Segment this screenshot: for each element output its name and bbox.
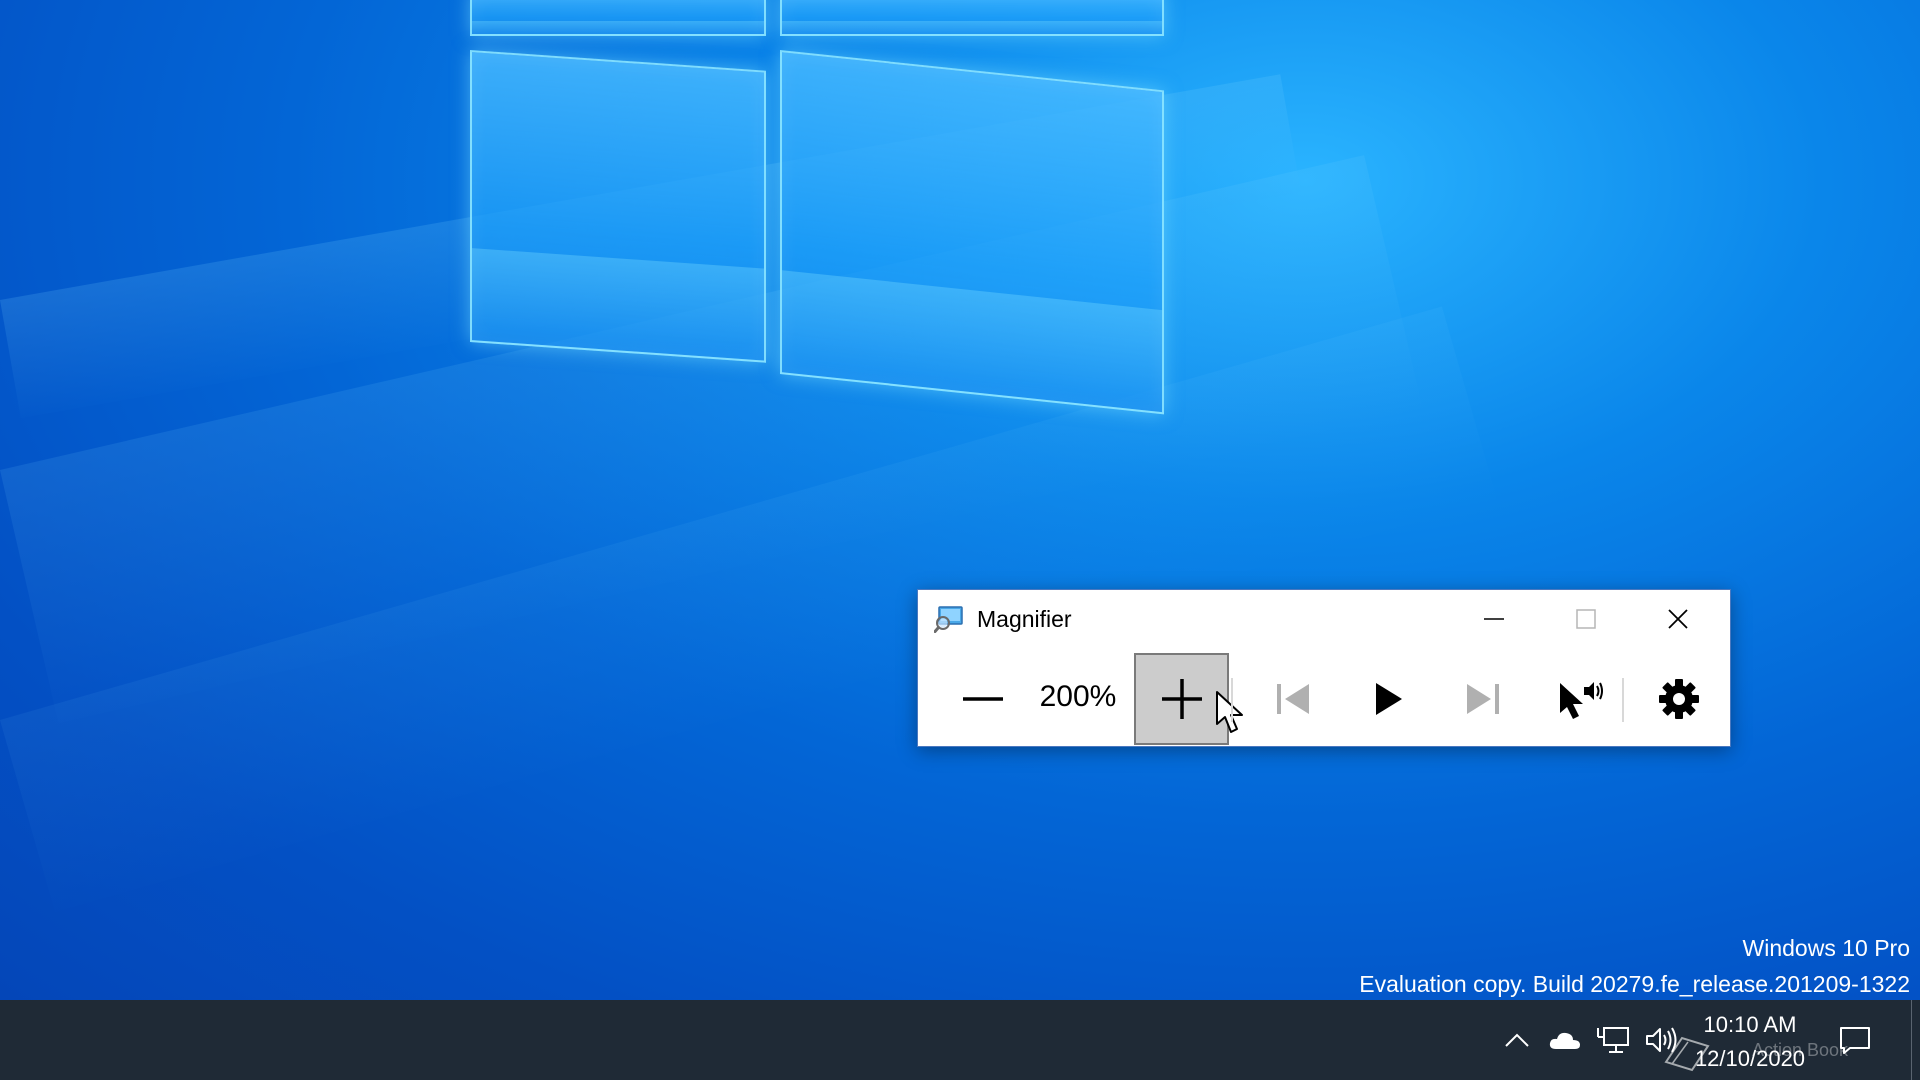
windows-version-watermark: Windows 10 Pro Evaluation copy. Build 20… bbox=[1359, 930, 1910, 1000]
cursor-speaker-icon bbox=[1560, 682, 1603, 719]
zoom-level-text: 200% bbox=[1039, 680, 1117, 713]
magnifier-app-icon bbox=[934, 606, 963, 633]
logo-pane-bottom-right bbox=[780, 50, 1164, 415]
skip-forward-icon bbox=[1467, 684, 1499, 714]
watermark-build: Evaluation copy. Build 20279.fe_release.… bbox=[1359, 971, 1910, 997]
logo-pane-top-right bbox=[780, 0, 1164, 36]
minimize-button[interactable] bbox=[1448, 590, 1540, 648]
logo-pane-top-left bbox=[470, 0, 766, 36]
maximize-icon bbox=[1576, 609, 1596, 629]
toolbar-separator bbox=[1622, 678, 1624, 722]
mouse-cursor bbox=[1216, 691, 1243, 733]
play-button[interactable] bbox=[1343, 653, 1433, 745]
onedrive-cloud-icon bbox=[1549, 1032, 1580, 1049]
chevron-up-icon bbox=[1505, 1033, 1529, 1047]
gear-icon bbox=[1659, 679, 1699, 719]
taskbar: 10:10 AM 12/10/2020 Action Book bbox=[0, 1000, 1920, 1080]
close-icon bbox=[1668, 609, 1688, 629]
overlay-watermark: Action Book bbox=[1664, 1036, 1848, 1072]
network-button[interactable] bbox=[1591, 1018, 1635, 1062]
read-from-here-button[interactable] bbox=[1535, 653, 1625, 745]
play-icon bbox=[1376, 683, 1402, 715]
plus-icon bbox=[1161, 679, 1202, 719]
network-icon bbox=[1597, 1027, 1629, 1053]
book-icon bbox=[1664, 1036, 1710, 1072]
skip-back-icon bbox=[1277, 684, 1309, 714]
magnifier-titlebar[interactable]: Magnifier bbox=[918, 590, 1730, 648]
window-title: Magnifier bbox=[977, 606, 1072, 632]
close-button[interactable] bbox=[1632, 590, 1724, 648]
minus-icon bbox=[963, 697, 1003, 701]
action-center-button[interactable] bbox=[1833, 1018, 1877, 1062]
onedrive-button[interactable] bbox=[1543, 1018, 1587, 1062]
show-desktop-button[interactable] bbox=[1911, 1000, 1920, 1080]
notification-icon bbox=[1840, 1027, 1870, 1054]
minimize-icon bbox=[1484, 618, 1504, 620]
read-previous-button[interactable] bbox=[1248, 653, 1338, 745]
zoom-out-button[interactable] bbox=[943, 653, 1023, 745]
desktop-background: Windows 10 Pro Evaluation copy. Build 20… bbox=[0, 0, 1920, 1000]
magnifier-window[interactable]: Magnifier 200% bbox=[917, 589, 1731, 747]
logo-pane-bottom-left bbox=[470, 50, 766, 363]
read-next-button[interactable] bbox=[1438, 653, 1528, 745]
magnifier-toolbar: 200% bbox=[918, 648, 1730, 746]
show-hidden-icons-button[interactable] bbox=[1495, 1018, 1539, 1062]
watermark-edition: Windows 10 Pro bbox=[1742, 935, 1910, 961]
settings-button[interactable] bbox=[1634, 653, 1724, 745]
toolbar-separator bbox=[1231, 678, 1233, 722]
maximize-button[interactable] bbox=[1540, 590, 1632, 648]
